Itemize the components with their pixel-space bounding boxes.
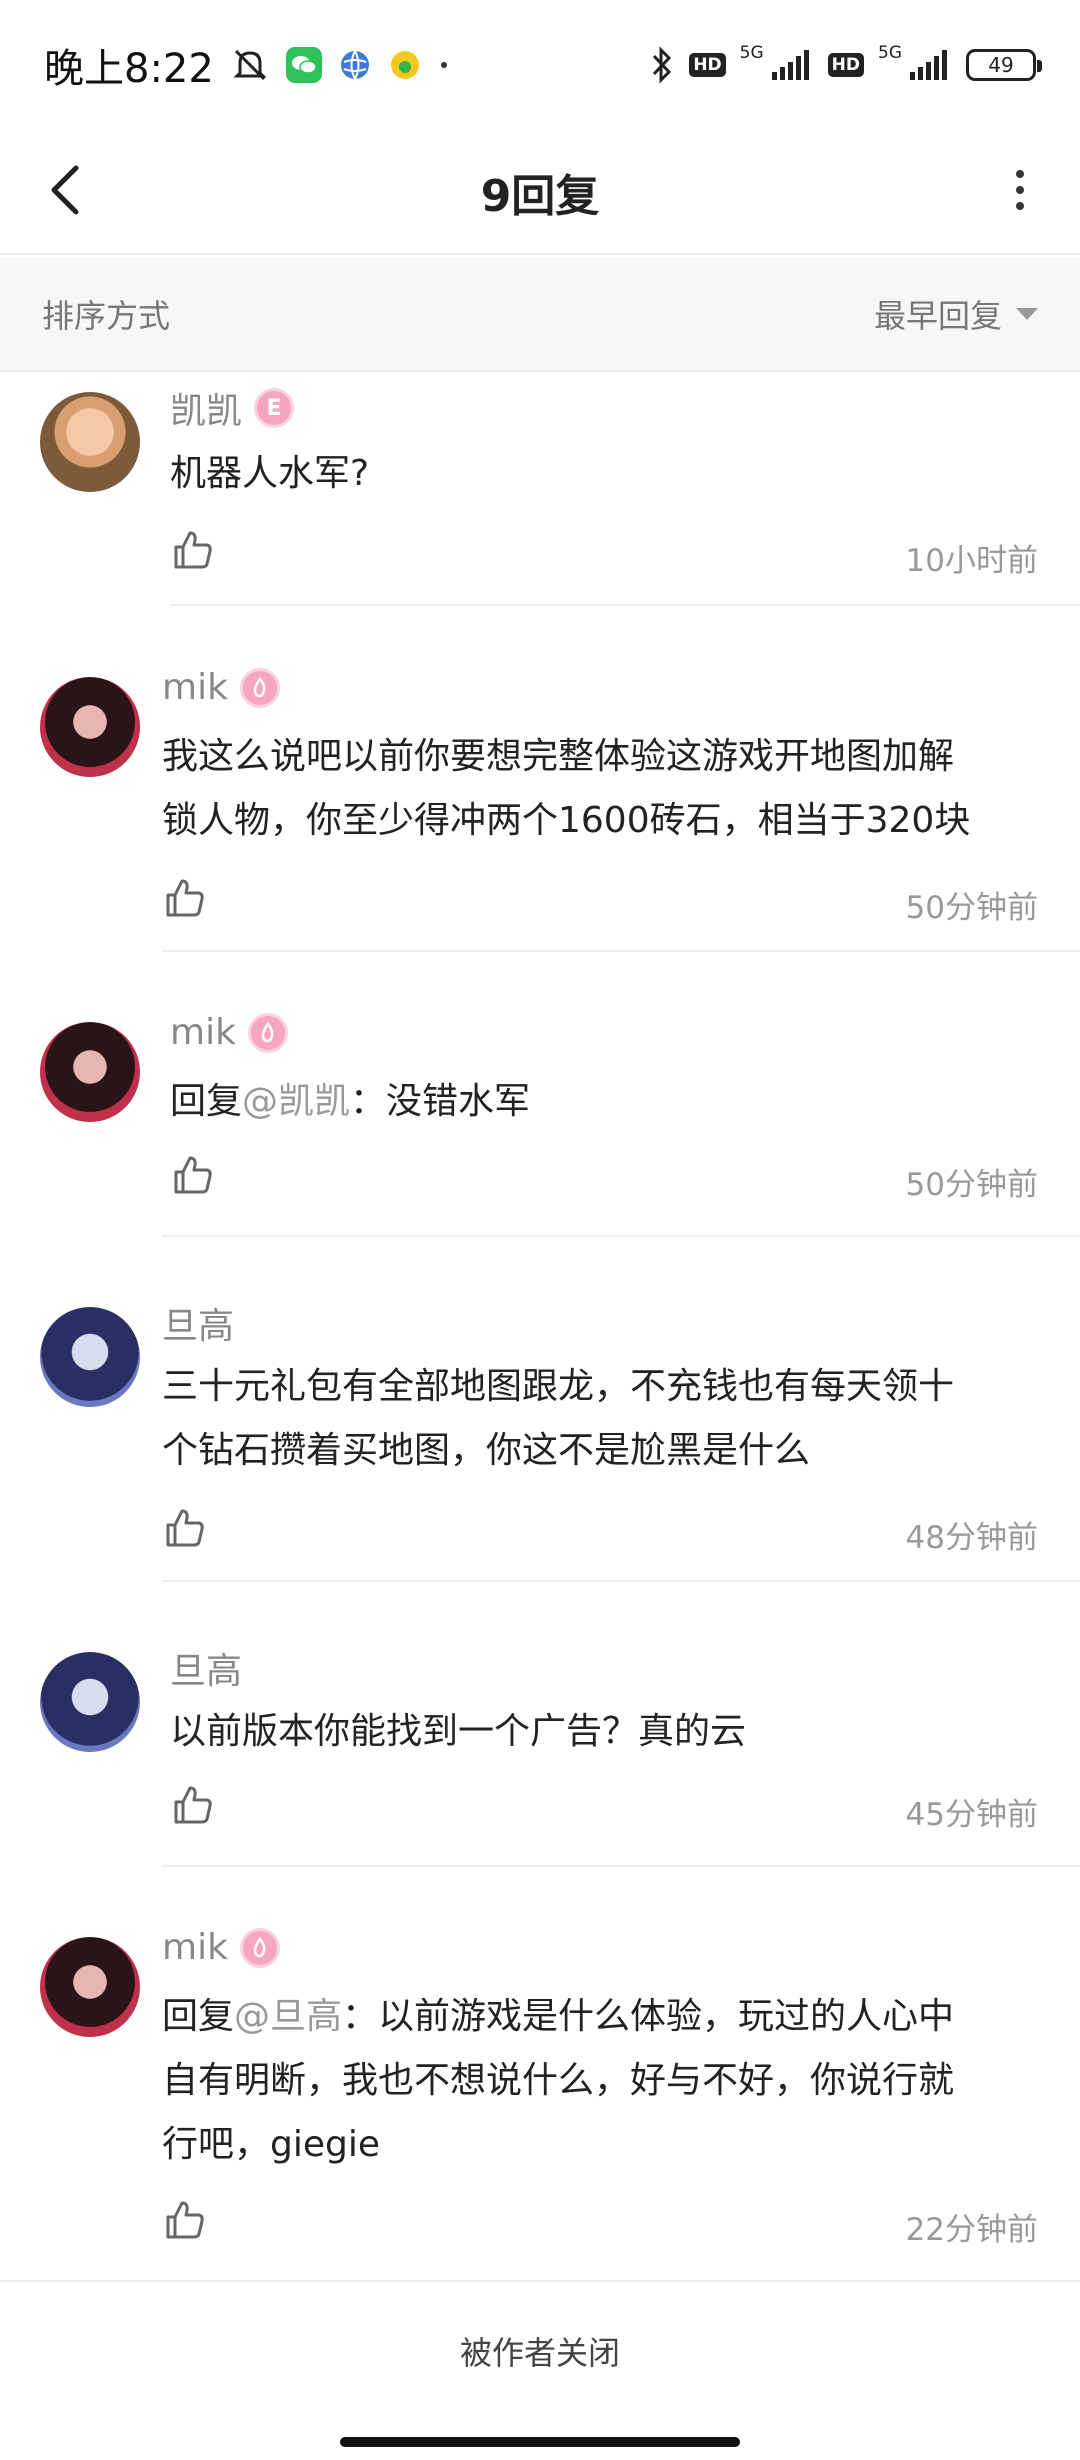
sort-selected-value: 最早回复 [873,296,1002,335]
avatar[interactable] [40,1022,140,1122]
comment-text: 三十元礼包有全部地图跟龙，不充钱也有每天领十 个钻石攒着买地图，你这不是尬黑是什… [162,1366,955,1471]
page-title: 9回复 [480,170,600,222]
nav-bar: 9回复 [0,130,1080,255]
net-label-1: 5G [739,43,764,63]
hd-badge-2: HD [827,53,864,77]
status-bar: 晚上8:22 HD 5G HD 5G 49 [0,0,1080,130]
flame-icon [261,1021,274,1042]
comment-username[interactable]: mik [170,1012,288,1053]
signal-1-icon [770,48,814,82]
comment-username[interactable]: mik [162,667,280,708]
vertical-dots-icon [1016,170,1024,210]
avatar[interactable] [40,1652,140,1752]
thumbs-up-icon[interactable] [170,1152,216,1198]
more-options-button[interactable] [990,160,1050,220]
avatar[interactable] [40,392,140,492]
comment-time: 22分钟前 [905,2212,1038,2248]
comment-text: 以前版本你能找到一个广告？真的云 [170,1711,747,1752]
mute-bell-icon [230,45,270,85]
status-left: 晚上8:22 [44,36,450,94]
thumbs-up-icon[interactable] [170,1782,216,1828]
flame-icon [253,676,266,697]
flame-icon [253,1936,266,1957]
wechat-icon [285,47,322,83]
level-badge: E [254,388,295,428]
status-time: 晚上8:22 [44,46,214,92]
comment-text: 回复@旦高：以前游戏是什么体验，玩过的人心中 自有明断，我也不想说什么，好与不好… [162,1996,955,2165]
net-label-2: 5G [878,43,902,63]
comment-item: 旦高 三十元礼包有全部地图跟龙，不充钱也有每天领十 个钻石攒着买地图，你这不是尬… [0,1237,1080,1582]
browser-icon [338,48,372,82]
thumbs-up-icon[interactable] [162,1505,208,1551]
comment-item: 凯凯 E 机器人水军? 10小时前 [0,372,1080,607]
comment-text: 回复@凯凯：没错水军 [170,1081,531,1122]
level-badge [247,1012,288,1053]
music-app-icon [388,48,422,82]
comment-username[interactable]: 旦高 [162,1297,234,1349]
comment-item: mik 回复@旦高：以前游戏是什么体验，玩过的人心中 自有明断，我也不想说什么，… [0,1867,1080,2280]
comment-item: 旦高 以前版本你能找到一个广告？真的云 45分钟前 [0,1582,1080,1867]
comment-username[interactable]: 凯凯 E [170,382,295,434]
thumbs-up-icon[interactable] [170,527,216,573]
hd-badge-1: HD [689,53,726,77]
bluetooth-icon [649,45,675,85]
comment-time: 50分钟前 [905,890,1038,926]
thumbs-up-icon[interactable] [162,2197,208,2243]
mention-link[interactable]: @旦高 [234,1996,342,2037]
caret-down-icon [1016,307,1038,320]
closed-text: 被作者关闭 [459,2334,620,2372]
mention-link[interactable]: @凯凯 [242,1081,350,1122]
sort-bar: 排序方式 最早回复 [0,257,1080,372]
comment-time: 48分钟前 [905,1520,1038,1556]
thumbs-up-icon[interactable] [162,875,208,921]
comment-item: mik 我这么说吧以前你要想完整体验这游戏开地图加解 锁人物，你至少得冲两个16… [0,607,1080,952]
avatar[interactable] [40,677,140,777]
comment-time: 45分钟前 [905,1797,1038,1833]
level-badge [239,1927,280,1968]
comment-username[interactable]: mik [162,1927,280,1968]
level-badge [239,667,280,708]
comment-time: 10小时前 [905,543,1038,579]
home-indicator[interactable] [340,2437,740,2447]
status-right: HD 5G HD 5G 49 [649,43,1042,85]
avatar[interactable] [40,1937,140,2037]
more-notifications-dot-icon [438,59,450,71]
battery-indicator: 49 [966,49,1042,81]
comment-text: 机器人水军? [170,453,370,494]
comment-item: mik 回复@凯凯：没错水军 50分钟前 [0,952,1080,1237]
comment-text: 我这么说吧以前你要想完整体验这游戏开地图加解 锁人物，你至少得冲两个1600砖石… [162,736,971,841]
sort-label: 排序方式 [42,296,171,335]
sort-dropdown[interactable]: 最早回复 [874,291,1038,337]
avatar[interactable] [40,1307,140,1407]
divider [170,604,1080,606]
chevron-left-icon [51,165,79,215]
comments-closed-bar: 被作者关闭 [0,2280,1080,2420]
back-button[interactable] [36,160,96,220]
comment-username[interactable]: 旦高 [170,1642,242,1694]
signal-2-icon [908,48,952,82]
comment-time: 50分钟前 [905,1167,1038,1203]
